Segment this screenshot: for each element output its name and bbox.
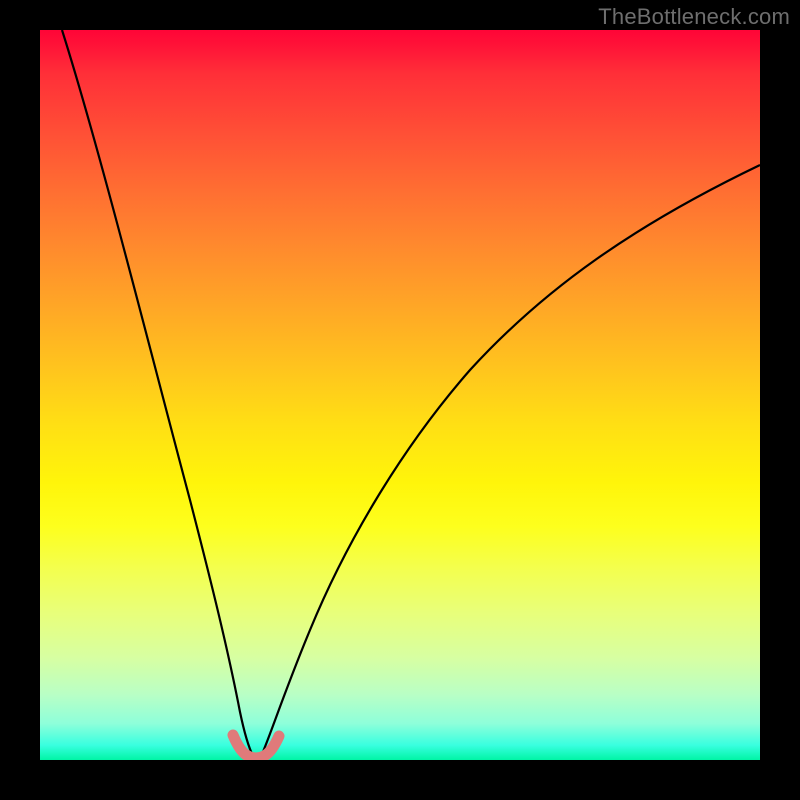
- curve-right-branch: [262, 165, 760, 754]
- bottleneck-curve: [40, 30, 760, 760]
- chart-frame: TheBottleneck.com: [0, 0, 800, 800]
- minimum-marker: [233, 735, 279, 758]
- curve-left-branch: [62, 30, 253, 756]
- watermark-text: TheBottleneck.com: [598, 4, 790, 30]
- plot-area: [40, 30, 760, 760]
